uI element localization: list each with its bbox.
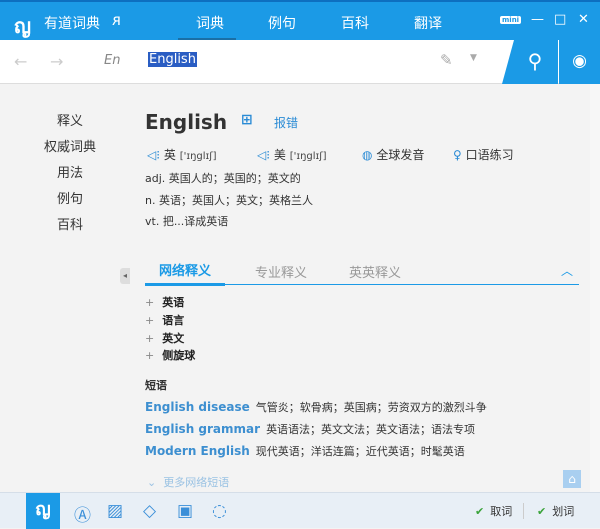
select-word-label: 划词	[552, 505, 575, 518]
web-definition-item[interactable]: + 英文	[145, 330, 184, 346]
chevron-down-icon: ⌄	[147, 476, 157, 489]
scrollbar[interactable]	[590, 84, 600, 492]
phrases-heading: 短语	[145, 379, 167, 392]
phrase-item: English disease 气管炎；软骨病；英国病；劳资双方的激烈斗争	[145, 399, 487, 415]
web-definition-item[interactable]: + 英语	[145, 294, 184, 310]
uk-pronunciation[interactable]: ◁⁝ 英 ['ɪŋglɪʃ]	[147, 146, 217, 163]
uk-label: 英	[163, 148, 176, 162]
sidebar-item-usage[interactable]: 用法	[30, 162, 110, 181]
phrase-link[interactable]: Modern English	[145, 444, 250, 458]
tab-professional-definition[interactable]: 专业释义	[255, 262, 307, 281]
oral-label: 口语练习	[465, 148, 514, 162]
handwriting-icon[interactable]: ✎	[440, 51, 453, 69]
tab-web-definition[interactable]: 网络释义	[145, 260, 225, 286]
phrase-item: Modern English 现代英语；洋话连篇；近代英语；时髦英语	[145, 443, 465, 459]
check-icon: ✔	[537, 505, 547, 518]
speaker-icon: ◁⁝	[147, 148, 161, 162]
us-pronunciation[interactable]: ◁⁝ 美 ['ɪŋglɪʃ]	[257, 146, 327, 163]
search-button[interactable]: ⚲	[502, 40, 558, 84]
tab-english-definition[interactable]: 英英释义	[349, 262, 401, 281]
text-icon[interactable]: Ⓐ	[74, 501, 91, 526]
youdao-logo-icon: ญ	[14, 14, 32, 38]
minimize-button[interactable]: —	[531, 12, 544, 27]
microphone-icon: ♀	[453, 148, 462, 162]
more-phrases-label: 更多网络短语	[163, 476, 230, 489]
more-phrases-link[interactable]: ⌄ 更多网络短语	[147, 474, 229, 490]
oral-practice[interactable]: ♀ 口语练习	[453, 146, 514, 163]
web-definition-text: 语言	[162, 314, 185, 327]
title-bar: ญ 有道词典 ᴙ 词典 例句 百科 翻译 mini — □ ✕	[0, 0, 600, 41]
headword: English	[145, 110, 228, 134]
phrase-meaning: 英语语法；英文文法；英文语法；语法专项	[266, 423, 476, 436]
web-definition-item[interactable]: + 侧旋球	[145, 347, 195, 363]
sidebar-item-examples[interactable]: 例句	[30, 188, 110, 207]
select-word-toggle[interactable]: ✔ 划词	[537, 503, 574, 519]
plus-icon: +	[145, 332, 155, 345]
search-icon: ⚲	[527, 49, 543, 73]
tab-examples[interactable]: 例句	[268, 13, 296, 33]
divider	[523, 503, 524, 519]
dictionary-mode-icon[interactable]: ญ	[26, 493, 60, 529]
bottom-toolbar: ญ Ⓐ ▨ ◇ ▣ ◌ ✔ 取词 ✔ 划词	[0, 492, 600, 529]
add-to-wordbook-icon[interactable]: ⊞	[241, 112, 253, 128]
forward-icon[interactable]: →	[50, 52, 63, 71]
chevron-down-icon[interactable]: ▼	[470, 53, 477, 63]
maximize-button[interactable]: □	[554, 12, 566, 27]
globe-icon: ◍	[362, 148, 373, 162]
back-to-top-button[interactable]: ⌂	[563, 470, 581, 488]
phrase-meaning: 气管炎；软骨病；英国病；劳资双方的激烈斗争	[255, 401, 487, 414]
plus-icon: +	[145, 349, 155, 362]
phrase-link[interactable]: English disease	[145, 400, 250, 414]
app-name: 有道词典	[44, 16, 100, 32]
phrase-link[interactable]: English grammar	[145, 422, 260, 436]
close-button[interactable]: ✕	[578, 12, 589, 27]
plus-icon: +	[145, 296, 155, 309]
share-icon[interactable]: ◌	[212, 501, 227, 521]
speaker-icon: ◁⁝	[257, 148, 271, 162]
global-label: 全球发音	[376, 148, 425, 162]
definition-n: n. 英语；英国人；英文；英格兰人	[145, 194, 313, 207]
language-selector[interactable]: En	[104, 53, 120, 68]
phrase-meaning: 现代英语；洋话连篇；近代英语；时髦英语	[255, 445, 465, 458]
translate-icon[interactable]: ▣	[177, 501, 193, 521]
web-definition-item[interactable]: + 语言	[145, 312, 184, 328]
search-bar: ← → En English ✎ ▼ ⚲ ◉	[0, 40, 600, 84]
mini-mode-button[interactable]: mini	[500, 16, 522, 24]
definition-adj: adj. 英国人的；英国的；英文的	[145, 172, 301, 185]
global-pronunciation[interactable]: ◍ 全球发音	[362, 146, 424, 163]
tab-dictionary[interactable]: 词典	[196, 13, 224, 33]
back-icon[interactable]: ←	[14, 52, 27, 71]
tab-encyclopedia[interactable]: 百科	[341, 13, 369, 33]
web-definition-text: 英文	[162, 332, 185, 345]
take-word-toggle[interactable]: ✔ 取词	[475, 503, 512, 519]
take-word-label: 取词	[490, 505, 513, 518]
sidebar-item-encyclopedia[interactable]: 百科	[30, 214, 110, 233]
globe-icon: ◉	[572, 51, 587, 71]
tab-translate[interactable]: 翻译	[414, 13, 442, 33]
user-icon[interactable]: ᴙ	[112, 11, 121, 29]
chevron-up-icon[interactable]: ︿	[561, 262, 573, 279]
web-definition-text: 英语	[162, 296, 185, 309]
plus-icon: +	[145, 314, 155, 327]
sidebar-item-authoritative[interactable]: 权威词典	[30, 136, 110, 155]
sidebar-item-definition[interactable]: 释义	[30, 110, 110, 129]
us-phonetic: ['ɪŋglɪʃ]	[289, 151, 327, 162]
check-icon: ✔	[475, 505, 485, 518]
definition-vt: vt. 把...译成英语	[145, 215, 229, 228]
collapse-sidebar-button[interactable]: ◂	[120, 268, 130, 284]
report-error-link[interactable]: 报错	[274, 114, 298, 131]
us-label: 美	[273, 148, 286, 162]
phrase-item: English grammar 英语语法；英文文法；英文语法；语法专项	[145, 421, 475, 437]
image-translate-icon[interactable]: ▨	[107, 501, 123, 521]
web-definition-text: 侧旋球	[162, 349, 196, 362]
uk-phonetic: ['ɪŋglɪʃ]	[179, 151, 217, 162]
globe-button[interactable]: ◉	[559, 40, 600, 84]
wordbook-icon[interactable]: ◇	[143, 501, 156, 521]
definition-tabs: 网络释义 专业释义 英英释义 ︿	[145, 260, 579, 286]
search-input[interactable]: English	[148, 52, 197, 67]
